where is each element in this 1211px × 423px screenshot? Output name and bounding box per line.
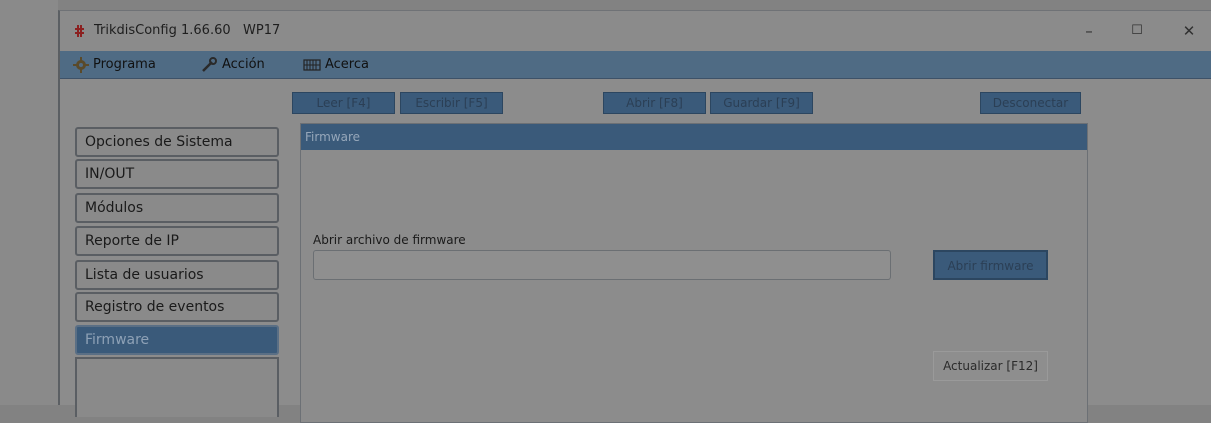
sidebar-item-firmware[interactable]: Firmware — [75, 325, 279, 355]
firmware-file-input[interactable] — [313, 250, 891, 280]
minimize-button[interactable]: – — [1074, 19, 1104, 43]
sidebar-item-opciones-de-sistema[interactable]: Opciones de Sistema — [75, 127, 279, 157]
open-button[interactable]: Abrir [F8] — [603, 92, 706, 114]
sidebar-item-registro-de-eventos[interactable]: Registro de eventos — [75, 292, 279, 322]
firmware-file-label: Abrir archivo de firmware — [313, 233, 466, 247]
title-bar: TrikdisConfig 1.66.60 WP17 – ☐ ✕ — [60, 11, 1211, 51]
menu-accion-label: Acción — [222, 57, 265, 72]
update-firmware-button[interactable]: Actualizar [F12] — [933, 351, 1048, 381]
sidebar-item-reporte-de-ip[interactable]: Reporte de IP — [75, 226, 279, 256]
read-button[interactable]: Leer [F4] — [292, 92, 395, 114]
close-button[interactable]: ✕ — [1174, 19, 1204, 43]
app-window: TrikdisConfig 1.66.60 WP17 – ☐ ✕ Program… — [58, 10, 1211, 423]
sidebar-item-lista-de-usuarios[interactable]: Lista de usuarios — [75, 260, 279, 290]
sidebar-item-in-out[interactable]: IN/OUT — [75, 159, 279, 189]
write-button[interactable]: Escribir [F5] — [400, 92, 503, 114]
menu-acerca-label: Acerca — [325, 57, 369, 72]
app-logo-icon — [75, 25, 84, 37]
sidebar-item-modulos[interactable]: Módulos — [75, 193, 279, 223]
desktop-background — [0, 0, 58, 405]
window-title: TrikdisConfig 1.66.60 WP17 — [94, 23, 281, 38]
panel-title: Firmware — [301, 124, 1087, 150]
menu-accion[interactable]: Acción — [200, 51, 265, 78]
save-button[interactable]: Guardar [F9] — [710, 92, 813, 114]
keyboard-icon — [303, 58, 321, 71]
menu-programa-label: Programa — [93, 57, 156, 72]
menu-acerca[interactable]: Acerca — [303, 51, 369, 78]
sidebar-empty-area — [75, 357, 279, 417]
open-firmware-button[interactable]: Abrir firmware — [933, 250, 1048, 280]
maximize-button[interactable]: ☐ — [1122, 19, 1152, 43]
firmware-panel: Firmware Abrir archivo de firmware Abrir… — [300, 123, 1088, 423]
gear-icon — [73, 56, 89, 73]
menu-bar: Programa Acción Acerca — [60, 51, 1211, 79]
disconnect-button[interactable]: Desconectar — [980, 92, 1081, 114]
menu-programa[interactable]: Programa — [73, 51, 156, 78]
wrench-icon — [202, 56, 217, 72]
